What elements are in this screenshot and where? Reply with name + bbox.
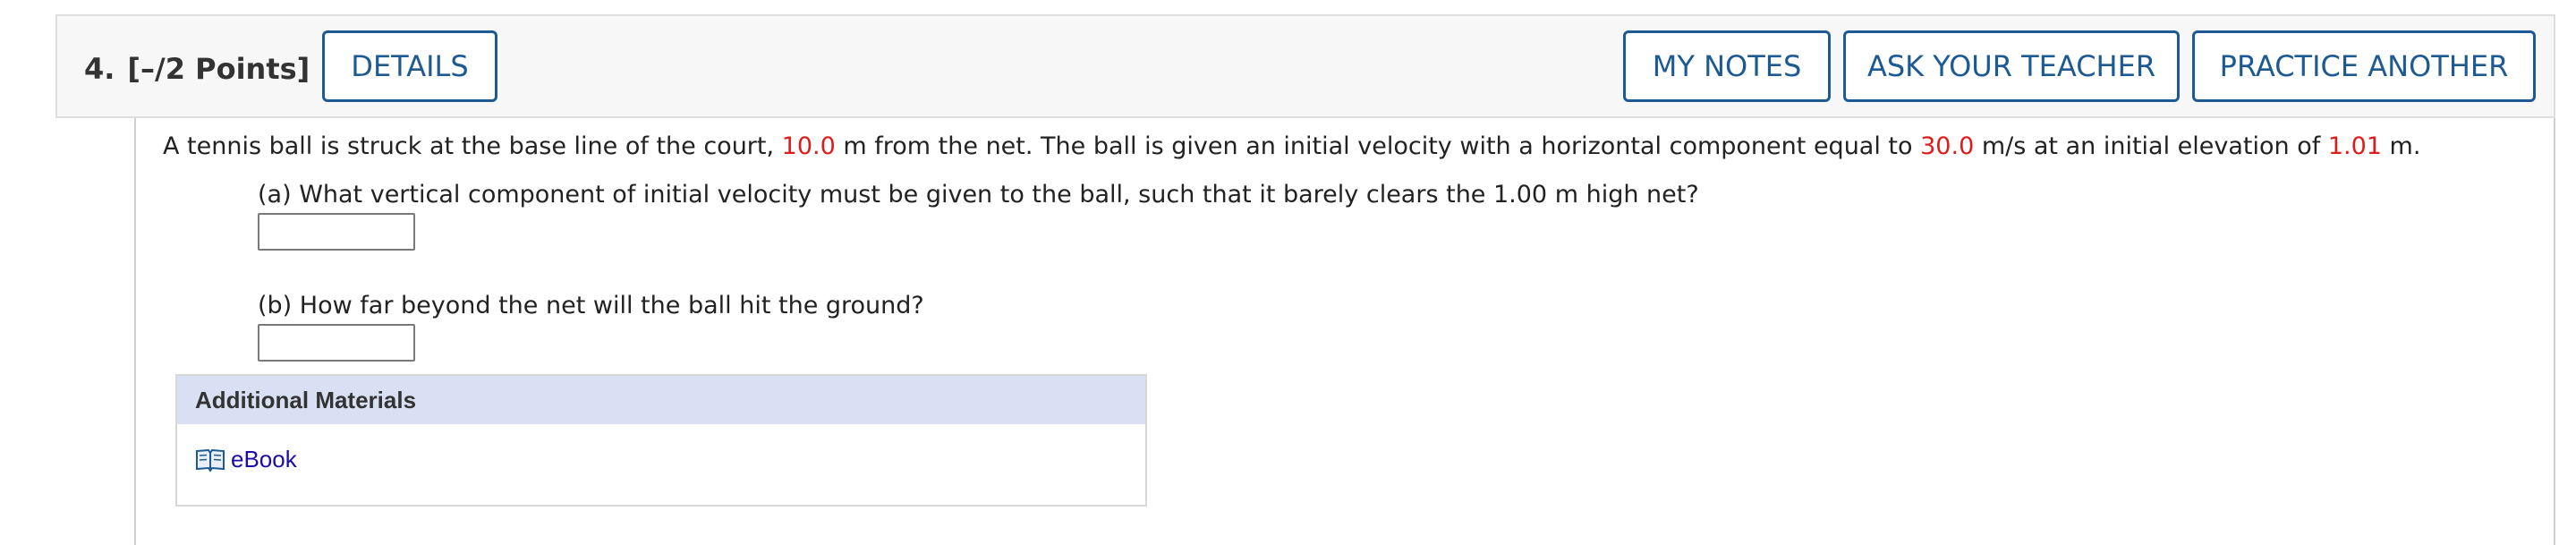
ebook-link[interactable]: eBook — [195, 446, 297, 473]
additional-materials-panel: Additional Materials eBook — [175, 374, 1147, 507]
part-a-answer-input[interactable] — [258, 213, 415, 251]
given-velocity: 30.0 — [1920, 132, 1975, 160]
part-b-answer-input[interactable] — [258, 324, 415, 362]
question-number: 4. — [84, 52, 115, 86]
question-body: A tennis ball is struck at the base line… — [134, 118, 2555, 545]
question-title: 4. [–/2 Points] — [84, 52, 310, 86]
question-header: 4. [–/2 Points] DETAILS MY NOTES ASK YOUR… — [55, 14, 2555, 118]
problem-text-4: m. — [2381, 132, 2421, 160]
given-distance: 10.0 — [781, 132, 836, 160]
given-elevation: 1.01 — [2327, 132, 2382, 160]
book-icon — [195, 447, 225, 473]
problem-text-1: A tennis ball is struck at the base line… — [163, 132, 782, 160]
practice-another-button[interactable]: PRACTICE ANOTHER — [2192, 30, 2536, 102]
ask-your-teacher-button[interactable]: ASK YOUR TEACHER — [1843, 30, 2180, 102]
my-notes-button[interactable]: MY NOTES — [1623, 30, 1831, 102]
problem-text-3: m/s at an initial elevation of — [1974, 132, 2328, 160]
ebook-label[interactable]: eBook — [231, 446, 297, 473]
problem-text-2: m from the net. The ball is given an ini… — [835, 132, 1921, 160]
part-b-question: (b) How far beyond the net will the ball… — [258, 292, 924, 319]
question-container: 4. [–/2 Points] DETAILS MY NOTES ASK YOUR… — [0, 0, 2576, 545]
details-button[interactable]: DETAILS — [322, 30, 497, 102]
problem-statement: A tennis ball is struck at the base line… — [163, 132, 2420, 160]
part-a-question: (a) What vertical component of initial v… — [258, 181, 1699, 209]
points-label: [–/2 Points] — [127, 52, 310, 86]
additional-materials-title: Additional Materials — [177, 376, 1145, 424]
